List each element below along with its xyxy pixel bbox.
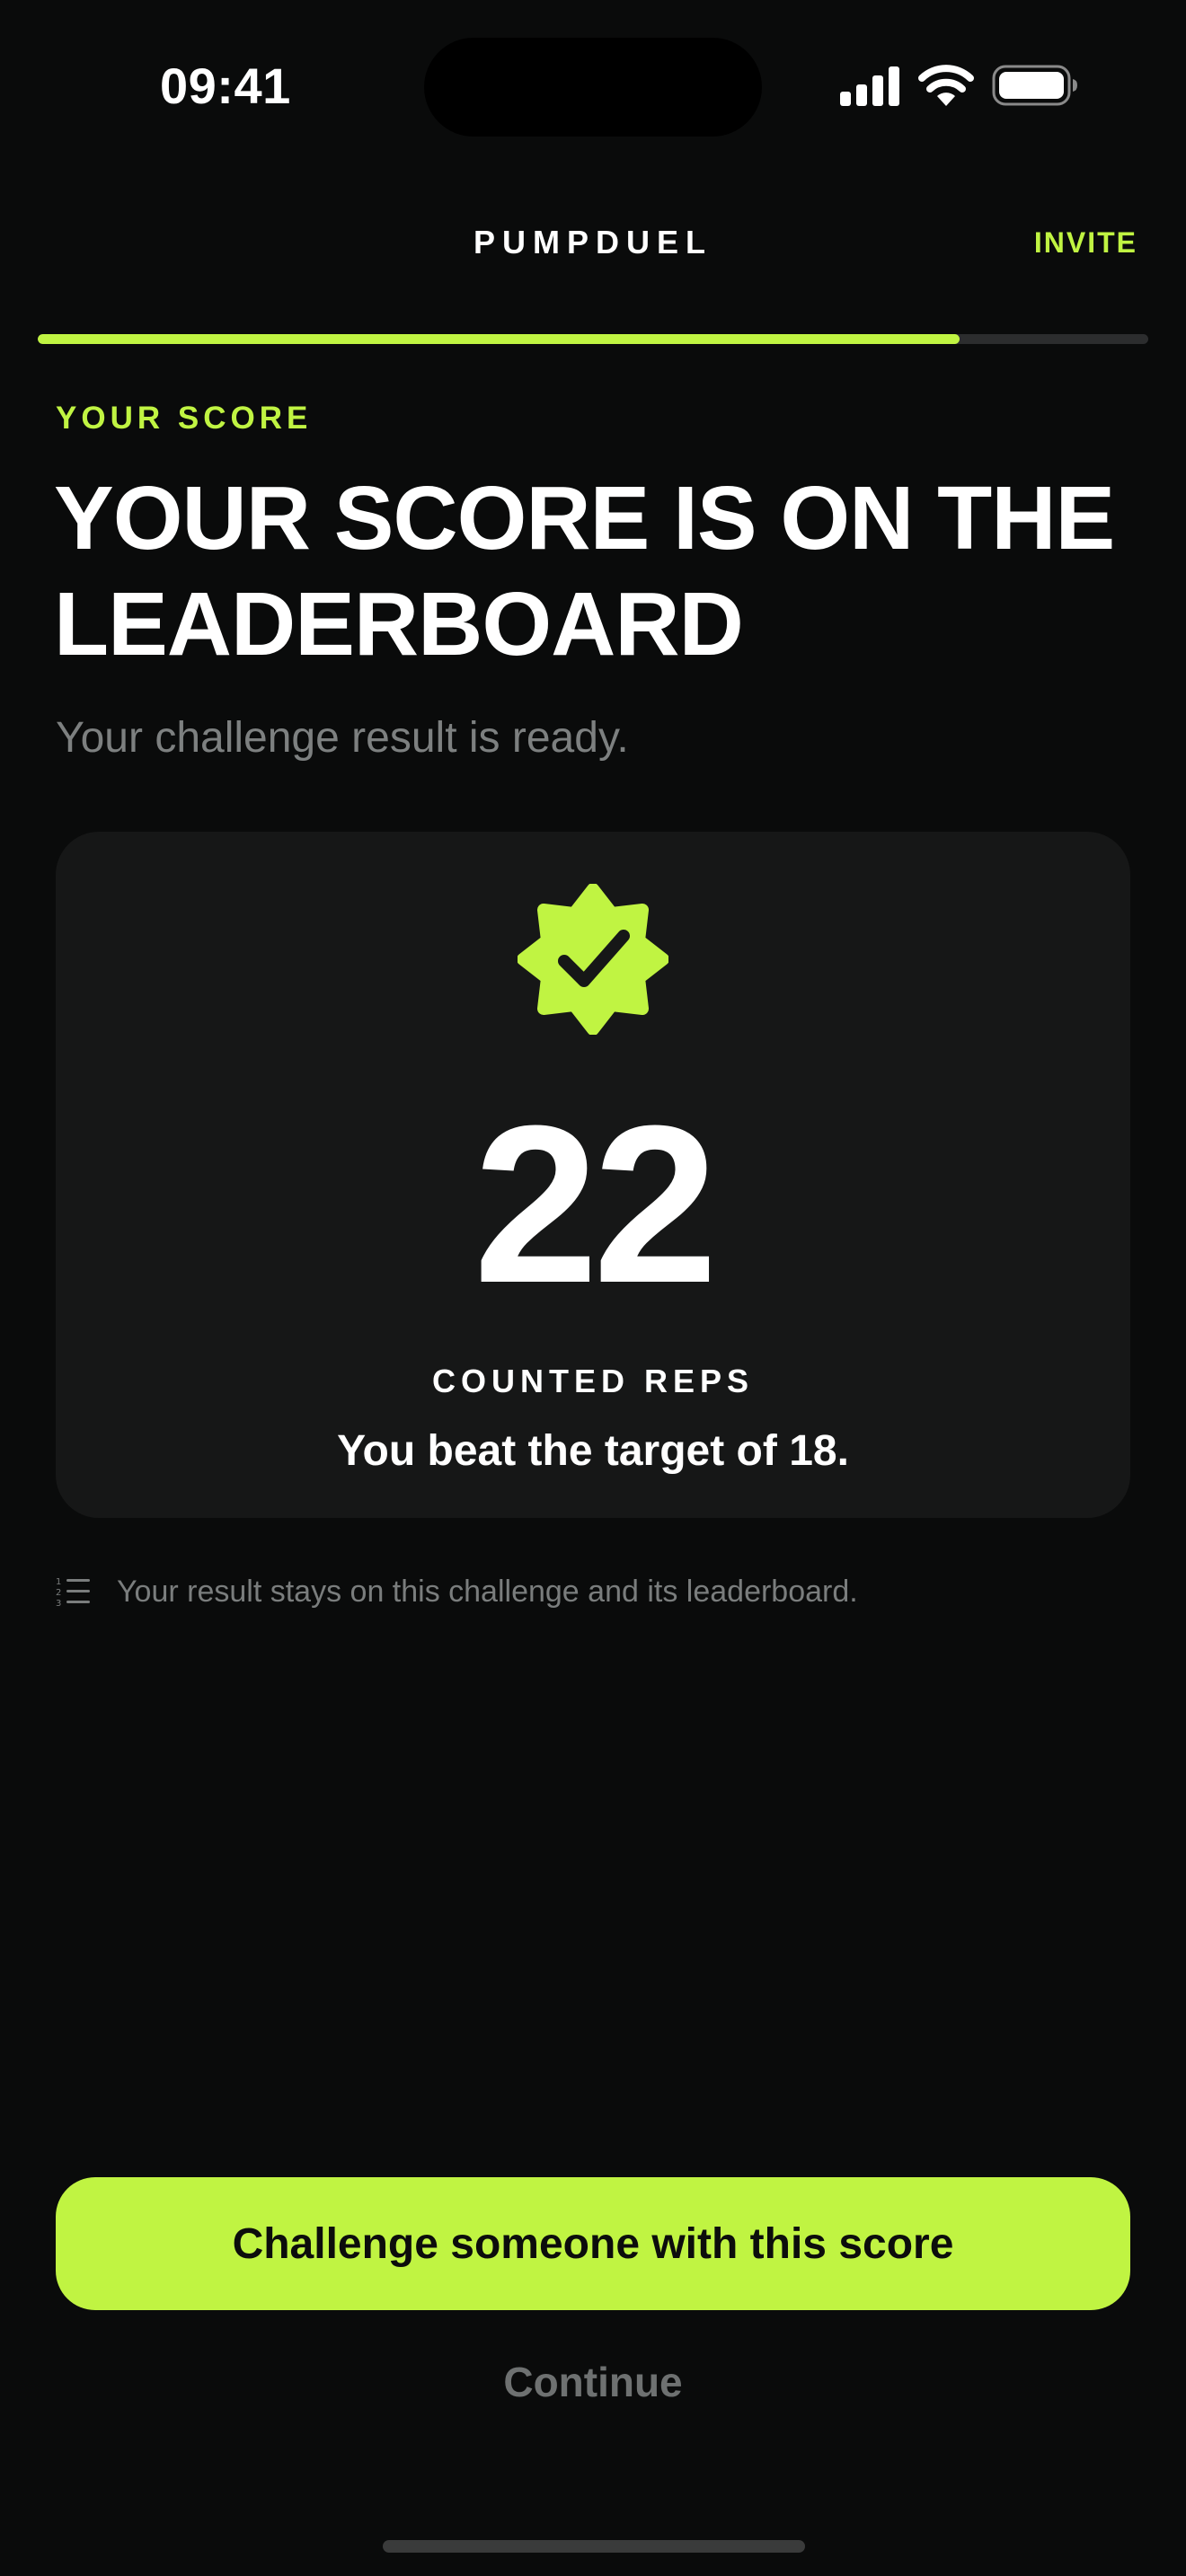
score-label: COUNTED REPS — [431, 1363, 755, 1399]
score-value: 22 — [473, 1079, 718, 1329]
score-card: 22 COUNTED REPS You beat the target of 1… — [56, 832, 1130, 1518]
score-detail: You beat the target of 18. — [337, 1427, 849, 1475]
invite-button[interactable]: INVITE — [1034, 223, 1137, 262]
progress-bar — [38, 334, 1148, 344]
home-indicator — [383, 2540, 805, 2553]
footnote-text: Your result stays on this challenge and … — [117, 1575, 858, 1609]
verified-check-badge-icon — [518, 884, 668, 1035]
numbered-list-icon: 1 2 3 — [56, 1577, 90, 1608]
continue-button[interactable]: Continue — [0, 2355, 1186, 2409]
svg-text:3: 3 — [56, 1599, 61, 1608]
status-time: 09:41 — [160, 57, 291, 114]
signal-icon — [840, 66, 899, 106]
challenge-someone-button[interactable]: Challenge someone with this score — [56, 2177, 1130, 2310]
section-eyebrow: YOUR SCORE — [56, 401, 313, 436]
page-subtitle: Your challenge result is ready. — [56, 714, 629, 762]
dynamic-island — [424, 38, 762, 137]
page-title: YOUR SCORE IS ON THE LEADERBOARD — [54, 468, 1115, 675]
battery-icon — [992, 65, 1077, 106]
progress-fill — [38, 334, 960, 344]
app-title: PUMPDUEL — [473, 224, 712, 260]
wifi-icon — [918, 65, 974, 106]
svg-text:1: 1 — [56, 1577, 61, 1587]
svg-text:2: 2 — [56, 1588, 61, 1598]
result-footnote: 1 2 3 Your result stays on this challeng… — [56, 1572, 858, 1611]
